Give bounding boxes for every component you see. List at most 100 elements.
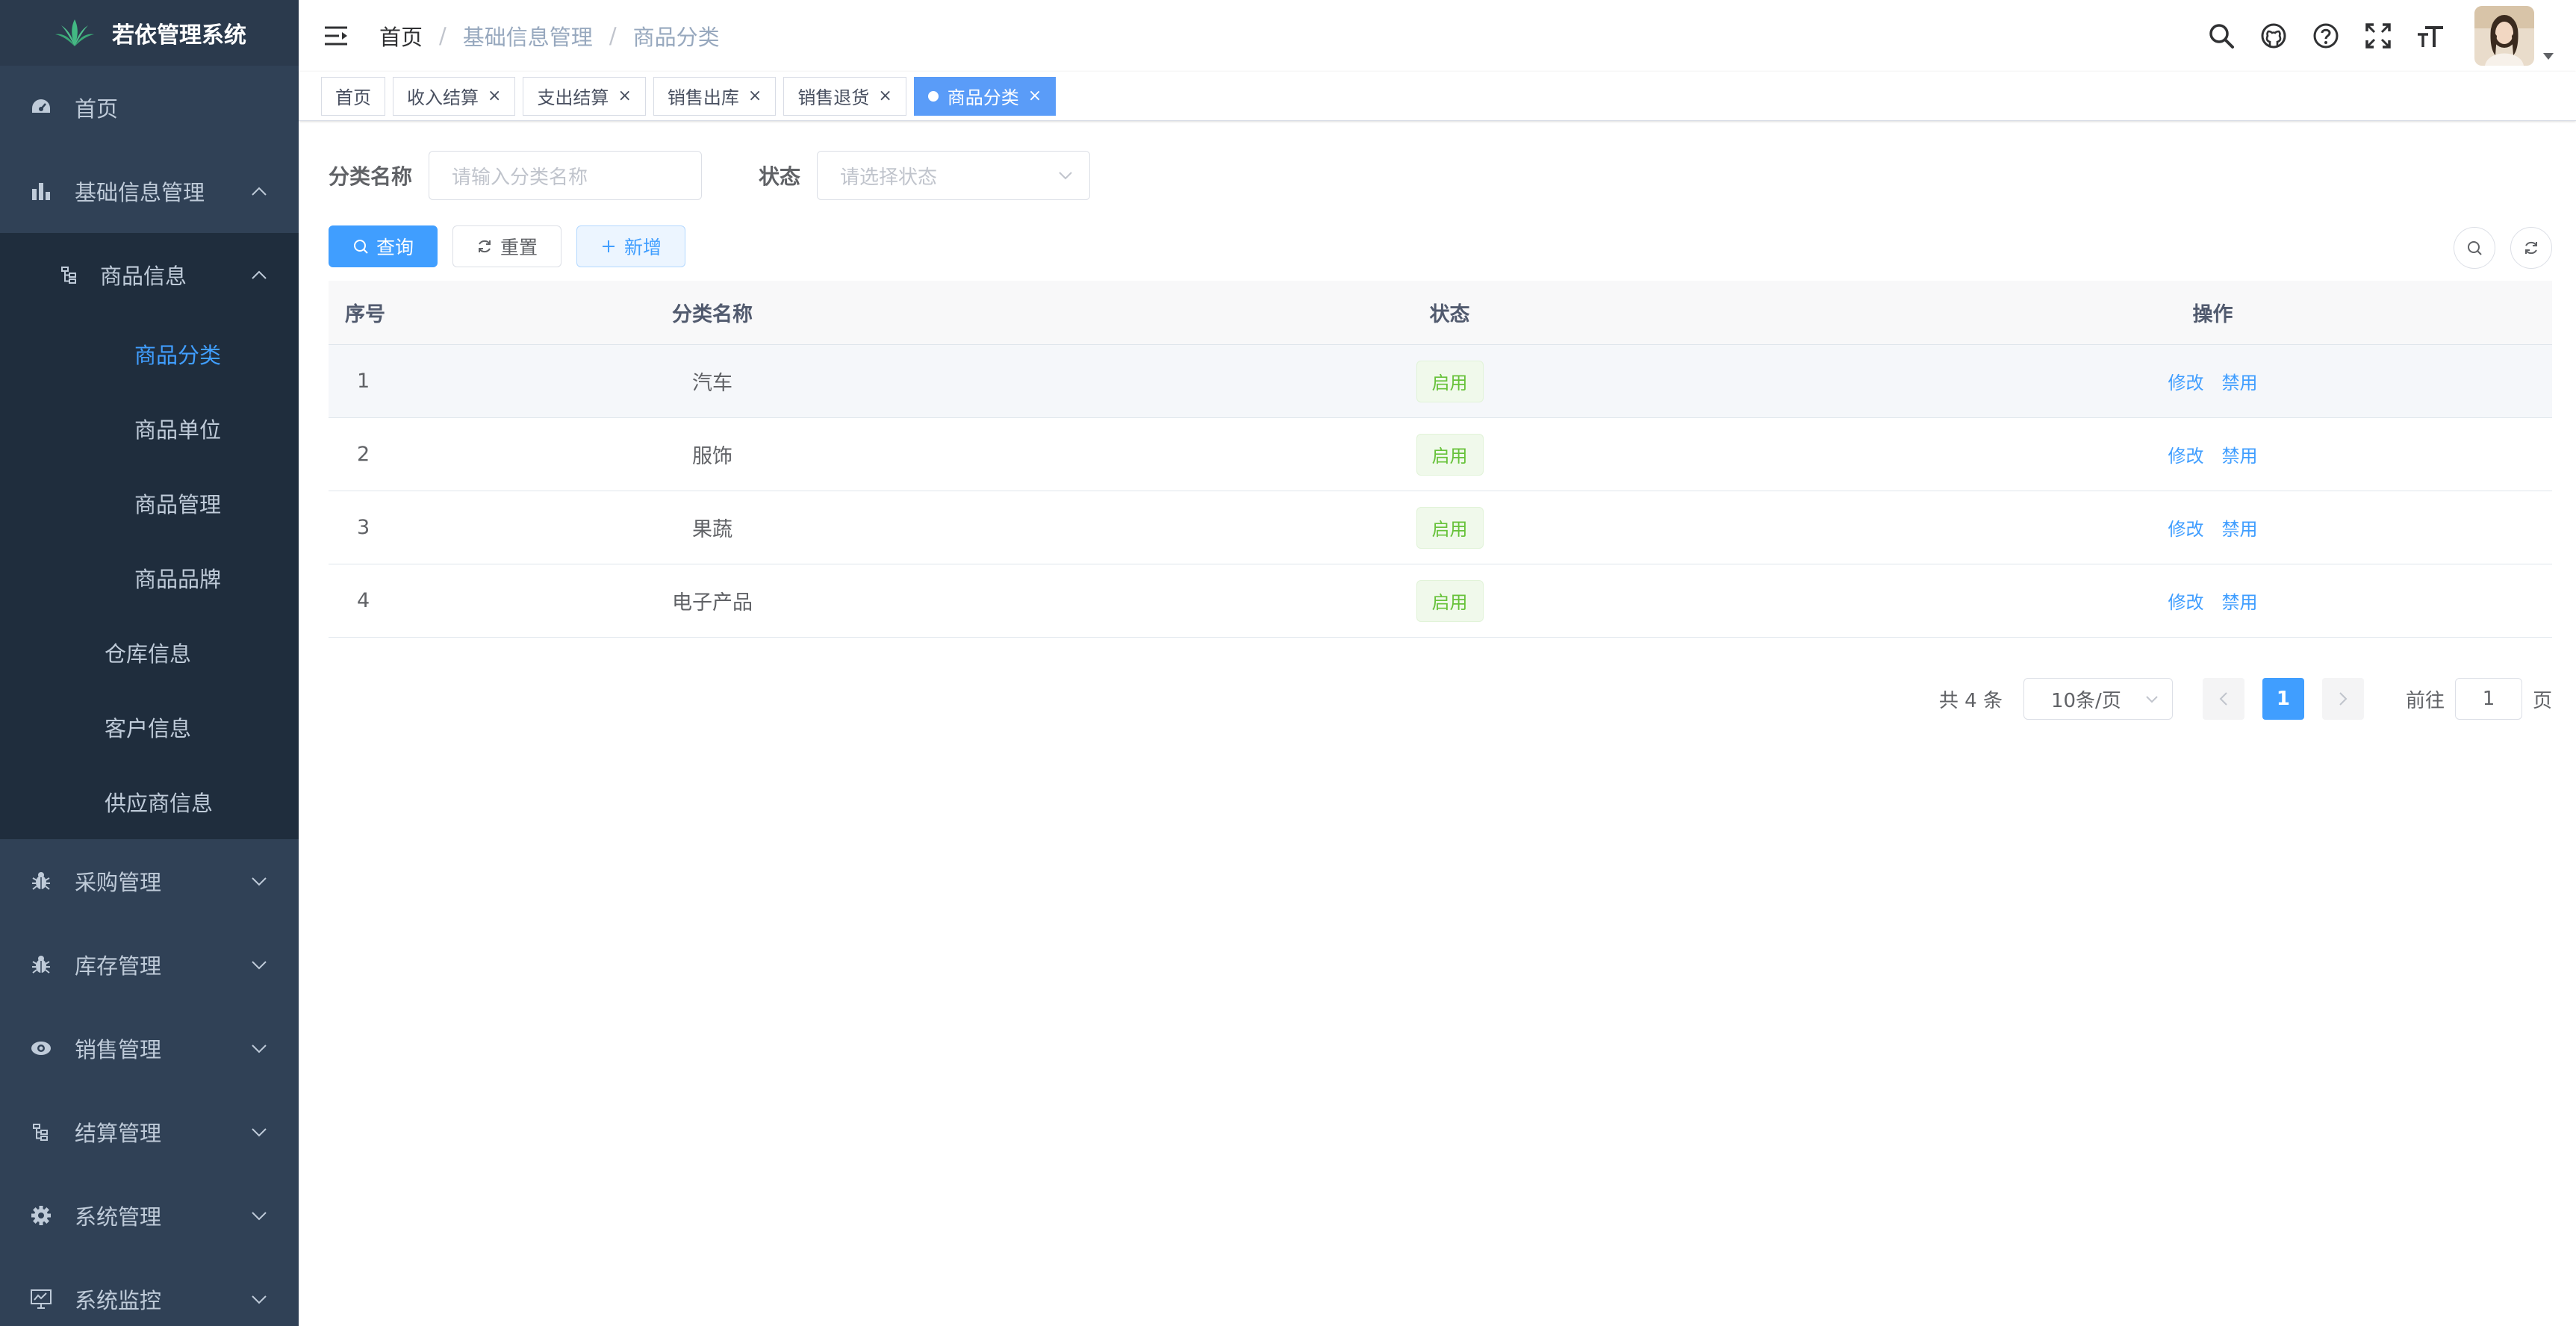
close-icon[interactable]: × bbox=[1028, 87, 1042, 105]
bar-chart-icon bbox=[28, 178, 54, 204]
sidebar-item-product-category[interactable]: 商品分类 bbox=[0, 317, 299, 391]
hamburger-icon[interactable] bbox=[323, 22, 349, 49]
chevron-down-icon bbox=[252, 1295, 267, 1304]
sidebar-item-system[interactable]: 系统管理 bbox=[0, 1174, 299, 1257]
font-size-icon[interactable] bbox=[2415, 20, 2446, 52]
tag-sales-outbound[interactable]: 销售出库 × bbox=[653, 76, 777, 116]
prev-page-button[interactable] bbox=[2202, 678, 2244, 720]
edit-link[interactable]: 修改 bbox=[2168, 441, 2204, 467]
tag-income-settlement[interactable]: 收入结算 × bbox=[393, 76, 516, 116]
gear-icon bbox=[28, 1203, 54, 1228]
page-jumper: 前往 1 页 bbox=[2406, 678, 2552, 720]
breadcrumb-separator: / bbox=[439, 23, 447, 49]
sidebar-item-product-manage[interactable]: 商品管理 bbox=[0, 466, 299, 541]
tag-sales-return[interactable]: 销售退货 × bbox=[783, 76, 906, 116]
breadcrumb-separator: / bbox=[609, 23, 617, 49]
sidebar-item-product-unit[interactable]: 商品单位 bbox=[0, 391, 299, 466]
page-suffix: 页 bbox=[2532, 689, 2552, 712]
tag-product-category[interactable]: 商品分类 × bbox=[913, 76, 1057, 116]
breadcrumb-home[interactable]: 首页 bbox=[379, 20, 423, 52]
disable-link[interactable]: 禁用 bbox=[2222, 368, 2258, 394]
sidebar-item-product-brand[interactable]: 商品品牌 bbox=[0, 541, 299, 615]
tags-view: 首页 收入结算 × 支出结算 × 销售出库 × 销售退货 × 商品分类 × bbox=[299, 72, 2576, 121]
table-row[interactable]: 3 果蔬 启用 修改 禁用 bbox=[329, 491, 2552, 564]
sidebar-item-label: 商品管理 bbox=[134, 492, 222, 517]
cell-status: 启用 bbox=[1026, 579, 1873, 622]
avatar[interactable] bbox=[2474, 6, 2534, 66]
sidebar-item-customer-info[interactable]: 客户信息 bbox=[0, 690, 299, 765]
sidebar-item-sales[interactable]: 销售管理 bbox=[0, 1006, 299, 1090]
page-number-current[interactable]: 1 bbox=[2262, 678, 2304, 720]
sidebar-item-label: 库存管理 bbox=[75, 953, 162, 979]
column-header-index: 序号 bbox=[345, 303, 385, 326]
sidebar-item-supplier-info[interactable]: 供应商信息 bbox=[0, 765, 299, 839]
cell-index: 2 bbox=[357, 443, 370, 466]
reset-button[interactable]: 重置 bbox=[452, 225, 561, 267]
close-icon[interactable]: × bbox=[488, 87, 501, 105]
table-row[interactable]: 4 电子产品 启用 修改 禁用 bbox=[329, 564, 2552, 638]
search-button[interactable]: 查询 bbox=[329, 225, 438, 267]
add-button-label: 新增 bbox=[623, 237, 662, 258]
category-table: 序号 分类名称 状态 操作 1 汽车 启用 修改 禁用 2 服饰 启用 修改 禁… bbox=[329, 281, 2552, 638]
reset-button-label: 重置 bbox=[500, 237, 538, 258]
search-icon[interactable] bbox=[2206, 20, 2237, 52]
tag-label: 首页 bbox=[335, 87, 371, 108]
sidebar-item-warehouse-info[interactable]: 仓库信息 bbox=[0, 615, 299, 690]
avatar-dropdown[interactable] bbox=[2474, 6, 2554, 66]
fullscreen-icon[interactable] bbox=[2362, 20, 2394, 52]
github-icon[interactable] bbox=[2258, 20, 2289, 52]
goto-page-value: 1 bbox=[2482, 688, 2495, 710]
close-icon[interactable]: × bbox=[617, 87, 631, 105]
page-size-select[interactable]: 10条/页 bbox=[2023, 678, 2173, 720]
logo-title: 若依管理系统 bbox=[112, 22, 246, 49]
sidebar-item-label: 结算管理 bbox=[75, 1121, 162, 1146]
tag-home[interactable]: 首页 bbox=[321, 76, 385, 116]
status-select[interactable]: 请选择状态 bbox=[817, 151, 1091, 200]
submenu-basic-info: 商品信息 商品分类 商品单位 商品管理 商品品牌 仓库信息 客户信息 供应商信息 bbox=[0, 233, 299, 839]
disable-link[interactable]: 禁用 bbox=[2222, 514, 2258, 541]
toggle-search-button[interactable] bbox=[2454, 227, 2495, 269]
sidebar-item-label: 销售管理 bbox=[75, 1037, 162, 1062]
help-icon[interactable] bbox=[2310, 20, 2342, 52]
next-page-button[interactable] bbox=[2321, 678, 2364, 720]
goto-page-input[interactable]: 1 bbox=[2454, 678, 2522, 720]
close-icon[interactable]: × bbox=[878, 87, 892, 105]
sidebar-item-inventory[interactable]: 库存管理 bbox=[0, 923, 299, 1006]
tag-expense-settlement[interactable]: 支出结算 × bbox=[523, 76, 646, 116]
status-placeholder: 请选择状态 bbox=[840, 166, 938, 189]
query-form: 分类名称 请输入分类名称 状态 请选择状态 bbox=[329, 151, 1091, 200]
chevron-down-icon bbox=[252, 877, 267, 886]
dashboard-icon bbox=[28, 95, 54, 120]
sidebar-item-settlement[interactable]: 结算管理 bbox=[0, 1090, 299, 1174]
cell-status: 启用 bbox=[1026, 360, 1873, 402]
search-icon bbox=[2468, 241, 2482, 255]
disable-link[interactable]: 禁用 bbox=[2222, 588, 2258, 614]
cell-index: 4 bbox=[357, 589, 370, 612]
disable-link[interactable]: 禁用 bbox=[2222, 441, 2258, 467]
refresh-button[interactable] bbox=[2510, 227, 2552, 269]
monitor-icon bbox=[28, 1286, 54, 1312]
edit-link[interactable]: 修改 bbox=[2168, 368, 2204, 394]
sidebar-item-monitor[interactable]: 系统监控 bbox=[0, 1257, 299, 1326]
status-badge: 启用 bbox=[1416, 360, 1484, 402]
sidebar-item-product-info[interactable]: 商品信息 bbox=[0, 233, 299, 317]
bug-icon bbox=[28, 868, 54, 894]
breadcrumb-basic-info: 基础信息管理 bbox=[462, 25, 593, 50]
sidebar-item-label: 供应商信息 bbox=[105, 791, 214, 816]
category-name-input[interactable]: 请输入分类名称 bbox=[429, 151, 703, 200]
table-row[interactable]: 1 汽车 启用 修改 禁用 bbox=[329, 345, 2552, 418]
sidebar-item-basic-info[interactable]: 基础信息管理 bbox=[0, 149, 299, 233]
close-icon[interactable]: × bbox=[748, 87, 762, 105]
tag-label: 销售出库 bbox=[667, 87, 739, 108]
table-row[interactable]: 2 服饰 启用 修改 禁用 bbox=[329, 418, 2552, 491]
sidebar-logo[interactable]: 若依管理系统 bbox=[0, 0, 299, 66]
table-header: 序号 分类名称 状态 操作 bbox=[329, 281, 2552, 345]
cell-index: 1 bbox=[357, 370, 370, 393]
sidebar-item-home[interactable]: 首页 bbox=[0, 66, 299, 149]
add-button[interactable]: 新增 bbox=[576, 225, 685, 267]
sidebar-item-label: 商品品牌 bbox=[134, 567, 222, 592]
sidebar-item-purchase[interactable]: 采购管理 bbox=[0, 839, 299, 923]
edit-link[interactable]: 修改 bbox=[2168, 514, 2204, 541]
edit-link[interactable]: 修改 bbox=[2168, 588, 2204, 614]
sidebar-item-label: 商品单位 bbox=[134, 417, 222, 443]
